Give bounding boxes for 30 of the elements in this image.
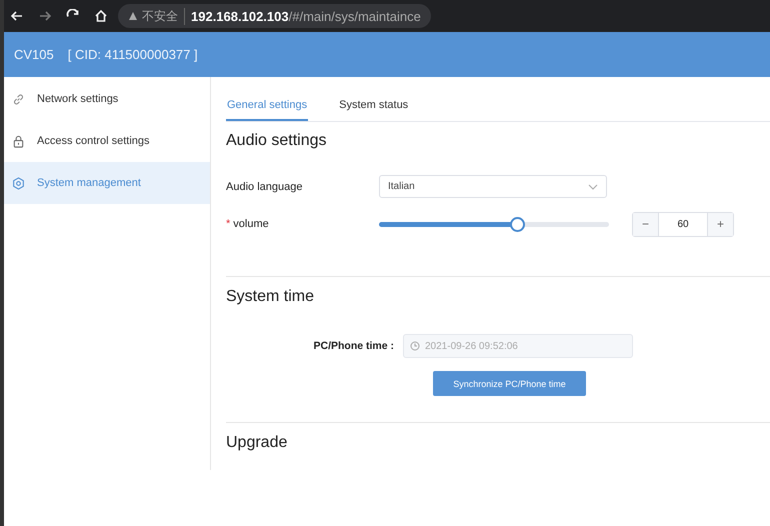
cid-label: [ CID: 411500000377 ] <box>68 47 198 62</box>
sidebar-item[interactable]: Network settings <box>4 78 210 120</box>
increase-button[interactable]: + <box>708 212 733 236</box>
lock-icon <box>12 134 25 148</box>
home-icon[interactable] <box>94 9 108 23</box>
volume-stepper[interactable]: − 60 + <box>632 212 734 236</box>
field-label: PC/Phone time : <box>312 340 394 352</box>
section-title: Audio settings <box>226 132 328 150</box>
field-label: * volume <box>226 218 270 230</box>
back-icon[interactable] <box>10 9 24 23</box>
slider-thumb[interactable] <box>510 216 525 232</box>
address-bar[interactable]: 不安全 192.168.102.103/#/main/sys/maintaince <box>118 4 431 28</box>
sidebar-item[interactable]: Access control settings <box>4 120 210 162</box>
tab[interactable]: General settings <box>226 91 308 121</box>
language-select[interactable]: Italian <box>379 175 607 198</box>
decrease-button[interactable]: − <box>633 212 658 236</box>
device-name: CV105 <box>14 47 54 62</box>
warning-icon <box>128 11 138 21</box>
forward-icon[interactable] <box>38 9 52 23</box>
link-icon <box>12 92 25 106</box>
caret-icon <box>588 184 598 190</box>
tab[interactable]: System status <box>338 91 410 121</box>
section-title: Upgrade <box>226 434 288 452</box>
url-path: /#/main/sys/maintaince <box>288 8 421 24</box>
url-host: 192.168.102.103 <box>191 8 289 24</box>
clock-icon <box>410 341 420 351</box>
section-title: System time <box>226 288 316 306</box>
gear-icon <box>12 176 25 190</box>
field-label: Audio language <box>226 180 304 192</box>
security-label: 不安全 <box>142 8 178 24</box>
